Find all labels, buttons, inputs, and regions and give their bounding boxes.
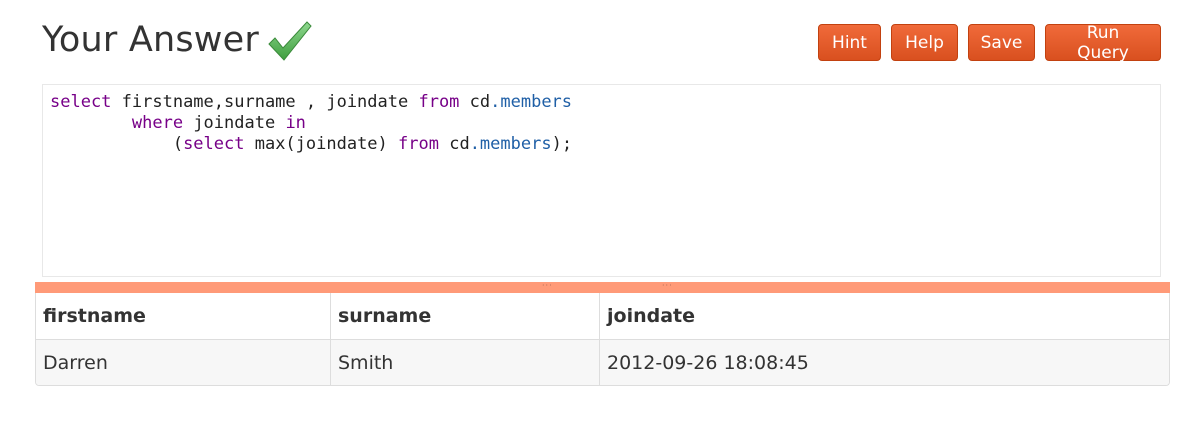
sql-editor[interactable]: select firstname,surname , joindate from… bbox=[42, 84, 1161, 277]
page-title: Your Answer bbox=[42, 20, 259, 60]
table-header-row: firstname surname joindate bbox=[36, 293, 1169, 340]
resize-splitter[interactable]: ··· ··· bbox=[35, 282, 1170, 293]
cell-joindate: 2012-09-26 18:08:45 bbox=[599, 339, 1169, 385]
results-table: firstname surname joindate Darren Smith … bbox=[36, 293, 1169, 385]
code-line: where joindate in bbox=[50, 113, 1160, 134]
sql-property: .members bbox=[469, 134, 552, 154]
check-icon bbox=[267, 20, 313, 64]
results-panel: firstname surname joindate Darren Smith … bbox=[35, 293, 1170, 386]
sql-text: joindate bbox=[183, 113, 286, 133]
sql-keyword: in bbox=[285, 113, 306, 133]
column-header-surname: surname bbox=[330, 293, 600, 340]
table-row: Darren Smith 2012-09-26 18:08:45 bbox=[36, 339, 1169, 385]
sql-text: firstname,surname , joindate bbox=[111, 92, 419, 112]
sql-keyword: where bbox=[131, 113, 184, 133]
cell-firstname: Darren bbox=[36, 339, 331, 385]
grip-dots-icon: ··· bbox=[662, 281, 673, 290]
help-button[interactable]: Help bbox=[891, 24, 958, 61]
sql-text: max(joindate) bbox=[244, 134, 399, 154]
sql-keyword: from bbox=[398, 134, 439, 154]
sql-text: cd bbox=[459, 92, 491, 112]
answer-page: Your Answer Hint Help Save Run Query sel… bbox=[0, 0, 1192, 426]
cell-surname: Smith bbox=[330, 339, 600, 385]
sql-text: cd bbox=[438, 134, 470, 154]
query-toolbar: Hint Help Save Run Query bbox=[818, 23, 1161, 63]
sql-keyword: from bbox=[418, 92, 460, 112]
sql-property: .members bbox=[490, 92, 573, 112]
run-query-button[interactable]: Run Query bbox=[1045, 23, 1161, 63]
save-button[interactable]: Save bbox=[968, 24, 1035, 61]
hint-button[interactable]: Hint bbox=[818, 24, 881, 61]
column-header-firstname: firstname bbox=[36, 293, 331, 340]
code-line: select firstname,surname , joindate from… bbox=[50, 92, 1160, 113]
sql-text: ( bbox=[50, 134, 184, 154]
grip-dots-icon: ··· bbox=[542, 281, 553, 290]
code-line: (select max(joindate) from cd.members); bbox=[50, 134, 1160, 155]
sql-text: ); bbox=[551, 134, 573, 154]
answer-header: Your Answer bbox=[42, 14, 313, 66]
sql-keyword: select bbox=[183, 134, 245, 154]
column-header-joindate: joindate bbox=[599, 293, 1169, 340]
sql-keyword: select bbox=[50, 92, 112, 112]
